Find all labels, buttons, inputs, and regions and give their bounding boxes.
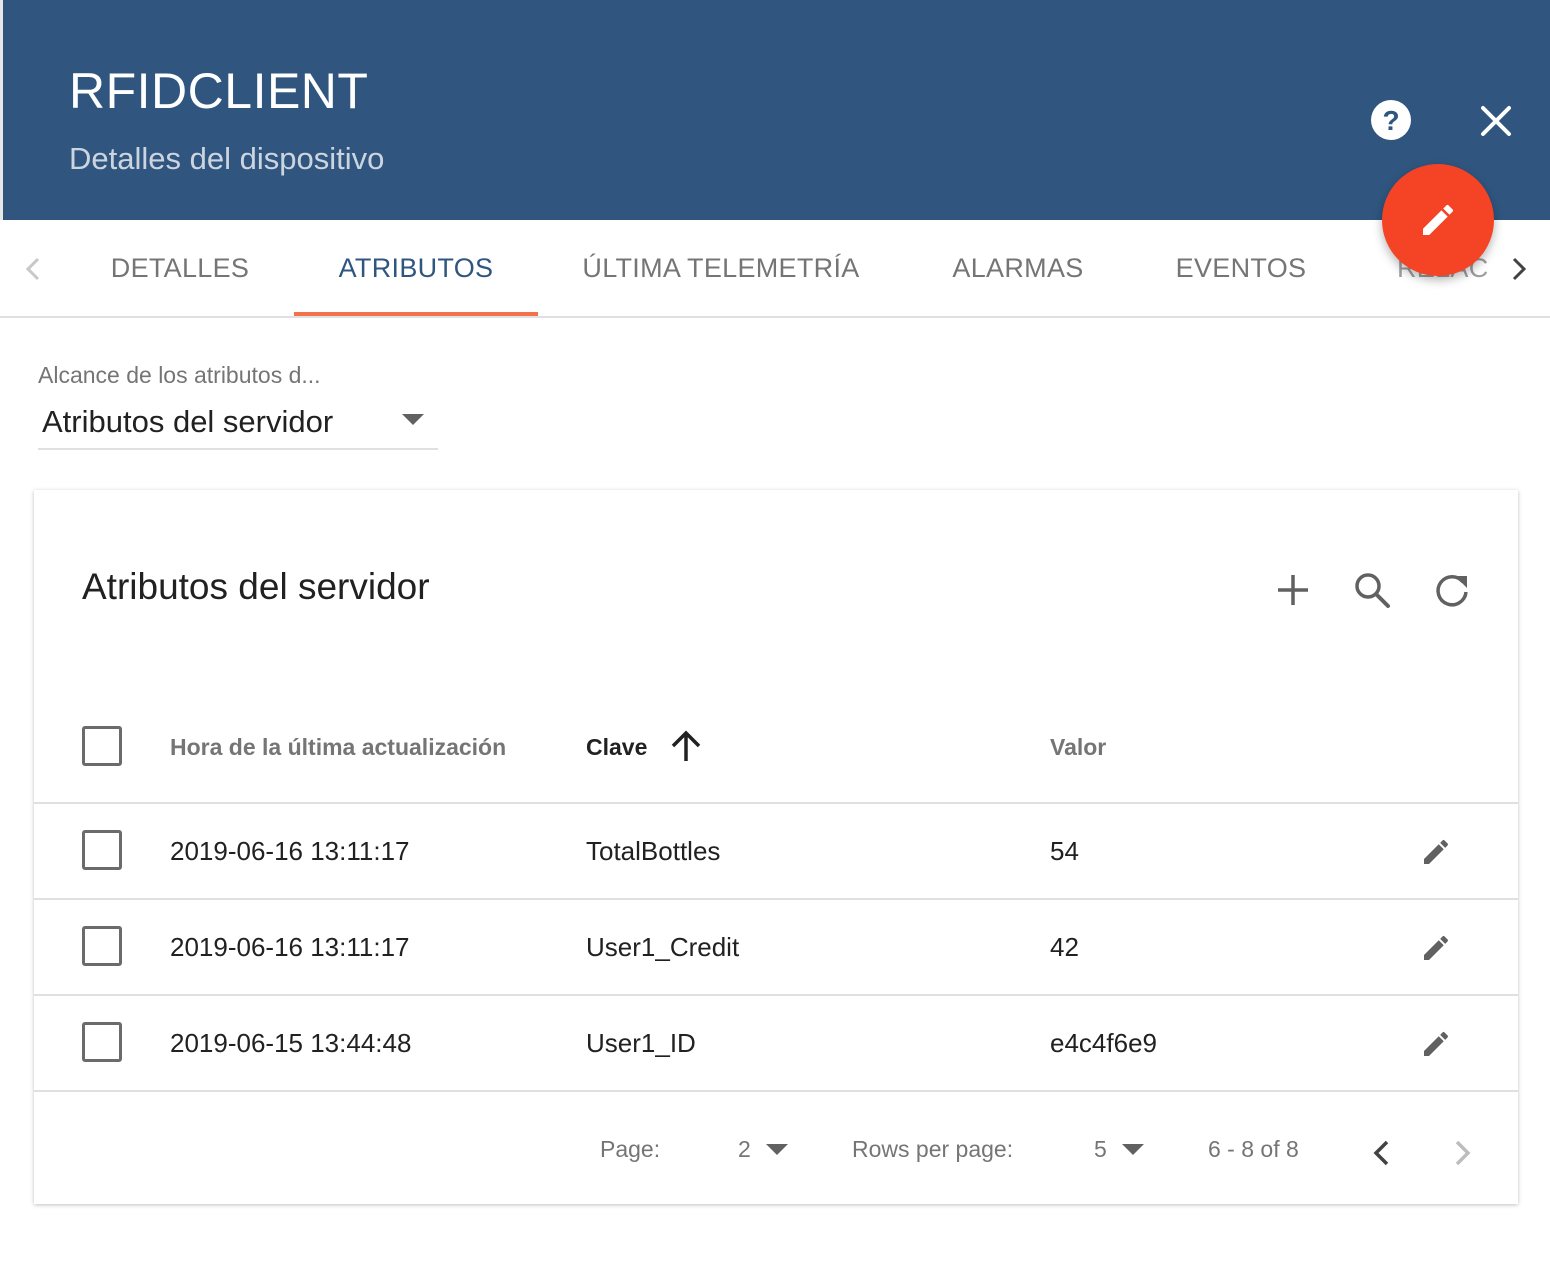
scope-label: Alcance de los atributos d...: [38, 362, 321, 388]
row-checkbox[interactable]: [82, 830, 122, 870]
close-button[interactable]: [1473, 98, 1519, 144]
sort-ascending-icon[interactable]: [668, 728, 704, 764]
cell-key: TotalBottles: [586, 836, 721, 866]
tab-bar: DETALLES ATRIBUTOS ÚLTIMA TELEMETRÍA ALA…: [0, 220, 1550, 318]
tabs-scroll-right-button[interactable]: [1504, 254, 1534, 284]
cell-time: 2019-06-15 13:44:48: [170, 1028, 412, 1058]
column-header-key[interactable]: Clave: [586, 734, 647, 761]
rows-per-page-value[interactable]: 5: [1094, 1136, 1107, 1163]
pencil-icon: [1424, 935, 1449, 960]
close-icon: [1481, 106, 1511, 136]
search-button[interactable]: [1352, 570, 1392, 610]
column-header-value[interactable]: Valor: [1050, 734, 1106, 761]
tab-alarmas[interactable]: ALARMAS: [930, 220, 1106, 316]
pencil-icon: [1424, 839, 1449, 864]
table-row[interactable]: 2019-06-16 13:11:17 User1_Credit 42: [34, 900, 1518, 996]
tab-ultima-telemetria[interactable]: ÚLTIMA TELEMETRÍA: [570, 220, 872, 316]
chevron-left-icon: [25, 257, 40, 281]
scope-select[interactable]: Atributos del servidor: [38, 398, 438, 450]
paginator: Page: 2 Rows per page: 5 6 - 8 of 8: [34, 1094, 1518, 1204]
dropdown-arrow-icon: [402, 414, 424, 425]
page-dropdown-arrow-icon[interactable]: [766, 1144, 788, 1156]
chevron-right-icon: [1512, 257, 1527, 281]
add-attribute-button[interactable]: [1273, 570, 1313, 610]
dialog-header: RFIDCLIENT Detalles del dispositivo ?: [0, 0, 1550, 220]
card-title: Atributos del servidor: [82, 566, 430, 607]
active-tab-indicator: [294, 312, 538, 316]
chevron-left-icon: [1373, 1140, 1389, 1166]
refresh-icon: [1436, 574, 1468, 607]
edit-attribute-button[interactable]: [1420, 1028, 1452, 1060]
svg-text:?: ?: [1382, 105, 1399, 136]
cell-value: 54: [1050, 836, 1079, 866]
range-label: 6 - 8 of 8: [1208, 1136, 1299, 1162]
edit-attribute-button[interactable]: [1420, 836, 1452, 868]
tabs-scroll-left-button[interactable]: [18, 254, 48, 284]
next-page-button[interactable]: [1445, 1136, 1479, 1170]
tab-eventos[interactable]: EVENTOS: [1160, 220, 1322, 316]
help-button[interactable]: ?: [1369, 98, 1413, 142]
page-select-value[interactable]: 2: [738, 1136, 751, 1163]
table-header: Hora de la última actualización Clave Va…: [34, 692, 1518, 804]
row-checkbox[interactable]: [82, 1022, 122, 1062]
search-icon: [1355, 573, 1390, 608]
device-subtitle: Detalles del dispositivo: [69, 141, 385, 176]
column-header-time[interactable]: Hora de la última actualización: [170, 734, 506, 761]
select-all-checkbox[interactable]: [82, 726, 122, 766]
rows-per-page-label: Rows per page:: [852, 1136, 1014, 1162]
help-circle-icon: ?: [1371, 100, 1411, 140]
cell-time: 2019-06-16 13:11:17: [170, 932, 410, 962]
table-row[interactable]: 2019-06-16 13:11:17 TotalBottles 54: [34, 804, 1518, 900]
rows-dropdown-arrow-icon[interactable]: [1122, 1144, 1144, 1156]
pencil-icon: [1424, 1031, 1449, 1056]
cell-key: User1_ID: [586, 1028, 696, 1058]
cell-key: User1_Credit: [586, 932, 740, 962]
chevron-right-icon: [1455, 1140, 1471, 1166]
edit-attribute-button[interactable]: [1420, 932, 1452, 964]
plus-icon: [1278, 575, 1308, 605]
cell-value: e4c4f6e9: [1050, 1028, 1157, 1058]
row-checkbox[interactable]: [82, 926, 122, 966]
pencil-icon: [1423, 204, 1454, 235]
page-label: Page:: [600, 1136, 661, 1162]
cell-time: 2019-06-16 13:11:17: [170, 836, 410, 866]
tab-detalles[interactable]: DETALLES: [90, 220, 270, 316]
edit-device-fab[interactable]: [1382, 164, 1494, 276]
attributes-card: Atributos del servidor Hora de la última…: [34, 490, 1518, 1204]
previous-page-button[interactable]: [1365, 1136, 1399, 1170]
cell-value: 42: [1050, 932, 1079, 962]
tab-atributos[interactable]: ATRIBUTOS: [294, 220, 538, 316]
table-row[interactable]: 2019-06-15 13:44:48 User1_ID e4c4f6e9: [34, 996, 1518, 1092]
device-title: RFIDCLIENT: [69, 63, 369, 119]
refresh-button[interactable]: [1432, 570, 1472, 610]
scope-value: Atributos del servidor: [42, 404, 334, 439]
